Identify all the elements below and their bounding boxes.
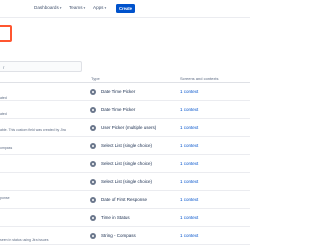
field-type-icon <box>90 107 96 113</box>
table-row: Date Time Picker 1 context <box>0 85 250 101</box>
field-type-label: Time in Status <box>101 215 130 220</box>
field-type-label: String - Compass <box>101 233 136 238</box>
field-type-icon <box>90 179 96 185</box>
header-divider <box>0 82 250 83</box>
nav-dashboards[interactable]: Dashboards▾ <box>34 5 62 10</box>
context-link[interactable]: 1 context <box>180 161 198 166</box>
nav-apps-label: Apps <box>93 5 104 10</box>
field-type-label: User Picker (multiple users) <box>101 125 157 130</box>
field-type-icon <box>90 89 96 95</box>
context-link[interactable]: 1 context <box>180 143 198 148</box>
search-input[interactable]: r <box>0 61 82 72</box>
context-link[interactable]: 1 context <box>180 233 198 238</box>
field-type-label: Select List (single choice) <box>101 143 153 148</box>
field-type-label: Select List (single choice) <box>101 161 153 166</box>
field-type-label: Date Time Picker <box>101 107 136 112</box>
field-type-icon <box>90 233 96 239</box>
table-row: Time in Status 1 context <box>0 211 250 227</box>
nav-teams[interactable]: Teams▾ <box>69 5 85 10</box>
chevron-down-icon: ▾ <box>59 6 62 10</box>
screens-column-header: Screens and contexts <box>180 76 219 81</box>
search-placeholder: r <box>3 64 5 70</box>
project-avatar-icon <box>0 25 12 42</box>
nav-dashboards-label: Dashboards <box>34 5 59 10</box>
context-link[interactable]: 1 context <box>180 215 198 220</box>
context-link[interactable]: 1 context <box>180 125 198 130</box>
context-link[interactable]: 1 context <box>180 89 198 94</box>
nav-apps[interactable]: Apps▾ <box>93 5 106 10</box>
field-type-icon <box>90 215 96 221</box>
type-column-header: Type <box>91 76 100 81</box>
field-type-label: Date of First Response <box>101 197 148 202</box>
context-link[interactable]: 1 context <box>180 179 198 184</box>
field-type-icon <box>90 161 96 167</box>
field-type-icon <box>90 143 96 149</box>
chevron-down-icon: ▾ <box>104 6 107 10</box>
chevron-down-icon: ▾ <box>83 6 86 10</box>
table-row: Select List (single choice) 1 context <box>0 175 250 191</box>
table-row: Date of First Response 1 context <box>0 193 250 209</box>
table-row: User Picker (multiple users) 1 context <box>0 121 250 137</box>
create-button[interactable]: Create <box>116 4 135 13</box>
field-type-icon <box>90 197 96 203</box>
nav-teams-label: Teams <box>69 5 83 10</box>
field-type-icon <box>90 125 96 131</box>
table-row: Select List (single choice) 1 context <box>0 157 250 173</box>
field-type-label: Select List (single choice) <box>101 179 153 184</box>
top-navigation: Dashboards▾ Teams▾ Apps▾ Create <box>0 0 250 18</box>
context-link[interactable]: 1 context <box>180 107 198 112</box>
field-type-label: Date Time Picker <box>101 89 136 94</box>
table-row: Select List (single choice) 1 context <box>0 139 250 155</box>
table-row: Date Time Picker 1 context <box>0 103 250 119</box>
table-row: String - Compass 1 context <box>0 229 250 245</box>
context-link[interactable]: 1 context <box>180 197 198 202</box>
